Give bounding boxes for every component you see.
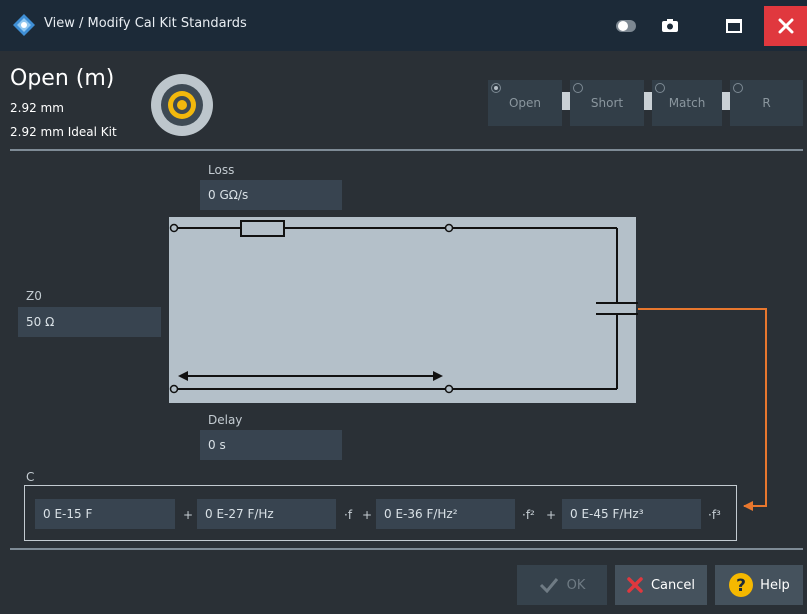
cancel-label: Cancel (650, 577, 696, 593)
f-operator: ·f (344, 508, 353, 522)
help-button[interactable]: ? Help (715, 565, 803, 605)
f2-operator: ·f² (522, 508, 535, 522)
ok-button[interactable]: OK (517, 565, 607, 605)
plus-operator: + (362, 508, 373, 522)
help-question-icon: ? (729, 573, 754, 597)
plus-operator: + (183, 508, 194, 522)
cancel-button[interactable]: Cancel (615, 565, 707, 605)
delay-input[interactable]: 0 s (200, 430, 342, 460)
f3-operator: ·f³ (708, 508, 721, 522)
capacitance-link-arrow (638, 308, 767, 511)
ok-label: OK (566, 577, 586, 593)
c1-input[interactable]: 0 E-27 F/Hz (197, 499, 336, 529)
c0-input[interactable]: 0 E-15 F (35, 499, 175, 529)
plus-operator: + (546, 508, 557, 522)
help-label: Help (760, 577, 790, 593)
loss-resistor (240, 220, 285, 237)
c3-input[interactable]: 0 E-45 F/Hz³ (562, 499, 701, 529)
svg-text:?: ? (736, 576, 746, 596)
cancel-x-icon (627, 577, 643, 593)
footer-divider (10, 548, 803, 550)
c-label: C (26, 470, 35, 484)
checkmark-icon (539, 578, 558, 593)
c2-input[interactable]: 0 E-36 F/Hz² (376, 499, 515, 529)
delay-label: Delay (208, 413, 243, 427)
